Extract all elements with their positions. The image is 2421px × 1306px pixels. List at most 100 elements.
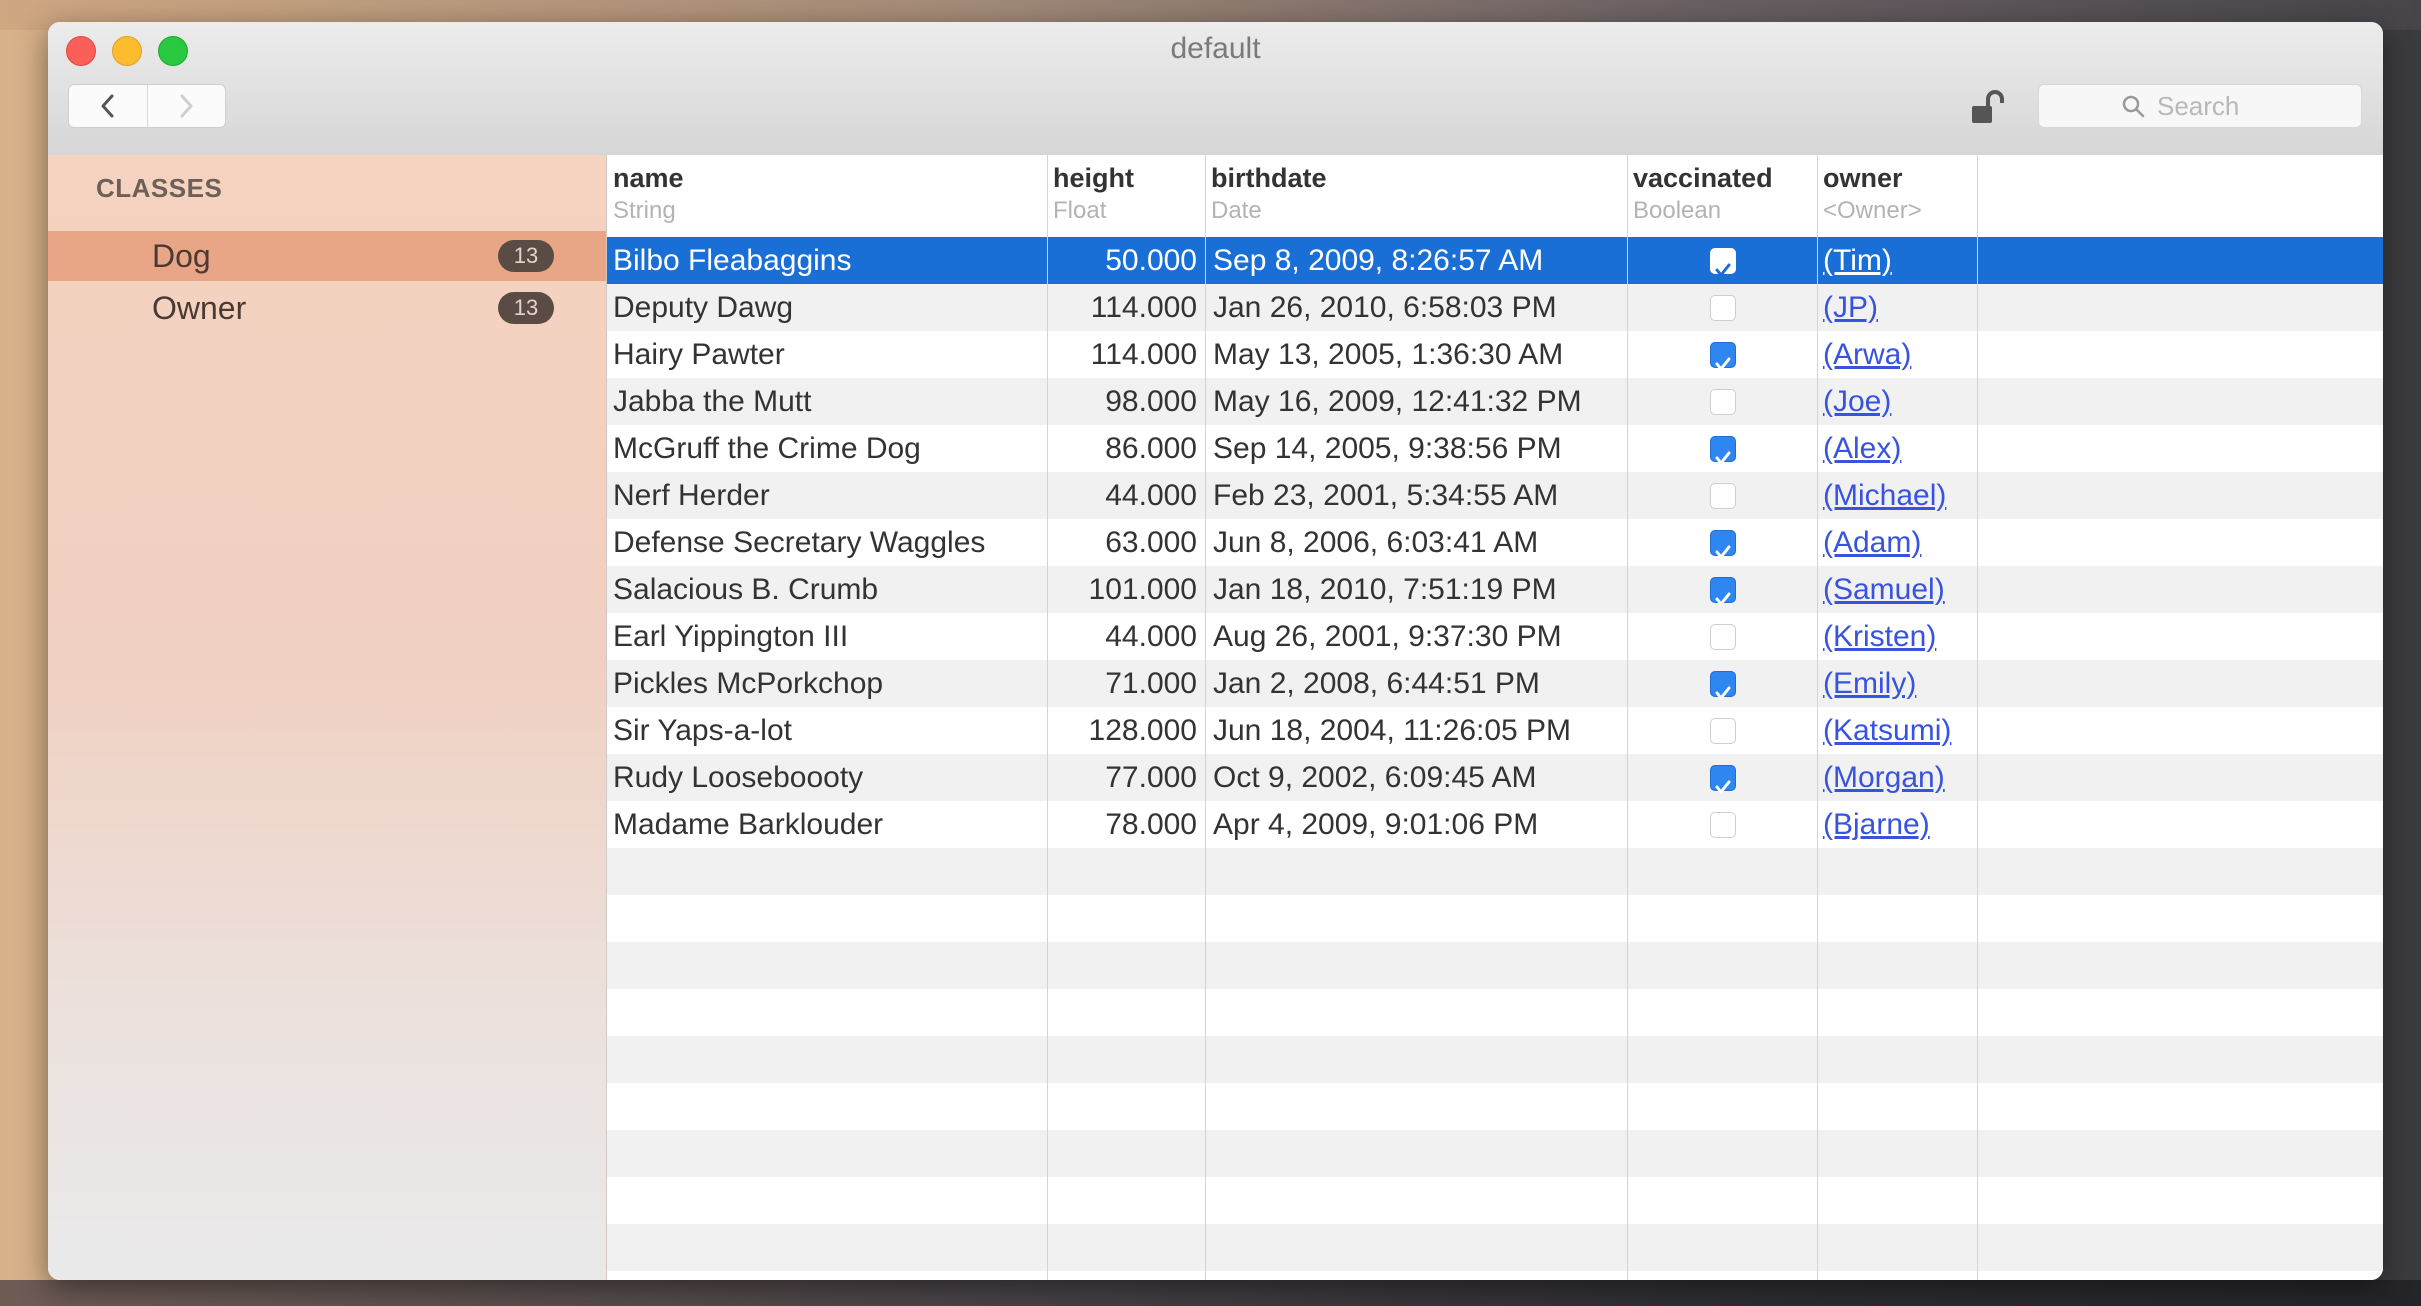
- owner-link[interactable]: (Michael): [1823, 472, 1973, 519]
- birthdate-cell[interactable]: Jan 18, 2010, 7:51:19 PM: [1213, 566, 1625, 613]
- vaccinated-checkbox[interactable]: [1710, 530, 1736, 559]
- name-cell[interactable]: Defense Secretary Waggles: [613, 519, 1043, 566]
- name-cell[interactable]: Jabba the Mutt: [613, 378, 1043, 425]
- vaccinated-checkbox[interactable]: [1710, 248, 1736, 277]
- owner-link[interactable]: (Emily): [1823, 660, 1973, 707]
- height-cell[interactable]: 44.000: [1047, 472, 1197, 519]
- column-header-vaccinated[interactable]: vaccinated Boolean: [1627, 155, 1817, 237]
- name-cell[interactable]: Madame Barklouder: [613, 801, 1043, 848]
- vaccinated-checkbox[interactable]: [1710, 718, 1736, 744]
- vaccinated-checkbox[interactable]: [1710, 577, 1736, 606]
- height-cell[interactable]: 86.000: [1047, 425, 1197, 472]
- height-cell[interactable]: 77.000: [1047, 754, 1197, 801]
- column-type: Date: [1211, 197, 1262, 224]
- table-row[interactable]: Sir Yaps-a-lot 128.000 Jun 18, 2004, 11:26…: [607, 707, 2383, 754]
- height-cell[interactable]: 71.000: [1047, 660, 1197, 707]
- name-cell[interactable]: Salacious B. Crumb: [613, 566, 1043, 613]
- name-cell[interactable]: Pickles McPorkchop: [613, 660, 1043, 707]
- vaccinated-cell: [1627, 801, 1817, 848]
- birthdate-cell[interactable]: Sep 14, 2005, 9:38:56 PM: [1213, 425, 1625, 472]
- birthdate-cell[interactable]: Jun 18, 2004, 11:26:05 PM: [1213, 707, 1625, 754]
- owner-link[interactable]: (Joe): [1823, 378, 1973, 425]
- height-cell[interactable]: 101.000: [1047, 566, 1197, 613]
- owner-link[interactable]: (Tim): [1823, 237, 1973, 284]
- height-cell[interactable]: 98.000: [1047, 378, 1197, 425]
- owner-link[interactable]: (Samuel): [1823, 566, 1973, 613]
- vaccinated-checkbox[interactable]: [1710, 812, 1736, 838]
- vaccinated-checkbox[interactable]: [1710, 389, 1736, 415]
- table-row[interactable]: McGruff the Crime Dog 86.000 Sep 14, 2005,…: [607, 425, 2383, 472]
- sidebar-item-owner[interactable]: Owner 13: [48, 283, 606, 333]
- owner-link[interactable]: (Kristen): [1823, 613, 1973, 660]
- height-cell[interactable]: 78.000: [1047, 801, 1197, 848]
- back-button[interactable]: [69, 85, 147, 127]
- name-cell[interactable]: Nerf Herder: [613, 472, 1043, 519]
- owner-link[interactable]: (Arwa): [1823, 331, 1973, 378]
- height-cell[interactable]: 114.000: [1047, 331, 1197, 378]
- table-row[interactable]: Rudy Looseboooty 77.000 Oct 9, 2002, 6:09:…: [607, 754, 2383, 801]
- desktop-background-bottom: [0, 1280, 2421, 1306]
- vaccinated-checkbox[interactable]: [1710, 483, 1736, 509]
- name-cell[interactable]: Sir Yaps-a-lot: [613, 707, 1043, 754]
- table-row[interactable]: Madame Barklouder 78.000 Apr 4, 2009, 9:01…: [607, 801, 2383, 848]
- search-input[interactable]: [2155, 89, 2279, 123]
- height-cell[interactable]: 114.000: [1047, 284, 1197, 331]
- vaccinated-checkbox[interactable]: [1710, 671, 1736, 700]
- owner-link[interactable]: (Alex): [1823, 425, 1973, 472]
- owner-link[interactable]: (Bjarne): [1823, 801, 1973, 848]
- owner-link[interactable]: (Adam): [1823, 519, 1973, 566]
- height-cell[interactable]: 44.000: [1047, 613, 1197, 660]
- table-row[interactable]: Pickles McPorkchop 71.000 Jan 2, 2008, 6:4…: [607, 660, 2383, 707]
- birthdate-cell[interactable]: May 13, 2005, 1:36:30 AM: [1213, 331, 1625, 378]
- column-divider: [1817, 155, 1818, 1280]
- column-header-name[interactable]: name String: [607, 155, 1047, 237]
- owner-link[interactable]: (Katsumi): [1823, 707, 1973, 754]
- column-header-height[interactable]: height Float: [1047, 155, 1205, 237]
- birthdate-cell[interactable]: Apr 4, 2009, 9:01:06 PM: [1213, 801, 1625, 848]
- owner-link[interactable]: (Morgan): [1823, 754, 1973, 801]
- birthdate-cell[interactable]: Oct 9, 2002, 6:09:45 AM: [1213, 754, 1625, 801]
- table-row[interactable]: Jabba the Mutt 98.000 May 16, 2009, 12:41:…: [607, 378, 2383, 425]
- vaccinated-checkbox[interactable]: [1710, 624, 1736, 650]
- height-cell[interactable]: 128.000: [1047, 707, 1197, 754]
- unlocked-padlock-icon[interactable]: [1968, 88, 2008, 128]
- checkmark-icon: [1715, 545, 1731, 559]
- name-cell[interactable]: McGruff the Crime Dog: [613, 425, 1043, 472]
- count-badge: 13: [498, 292, 554, 324]
- name-cell[interactable]: Earl Yippington III: [613, 613, 1043, 660]
- column-divider: [1047, 155, 1048, 1280]
- birthdate-cell[interactable]: Jun 8, 2006, 6:03:41 AM: [1213, 519, 1625, 566]
- table-row[interactable]: Salacious B. Crumb 101.000 Jan 18, 2010, 7…: [607, 566, 2383, 613]
- owner-link[interactable]: (JP): [1823, 284, 1973, 331]
- column-name: height: [1053, 163, 1134, 193]
- table-row[interactable]: Defense Secretary Waggles 63.000 Jun 8, 20…: [607, 519, 2383, 566]
- name-cell[interactable]: Rudy Looseboooty: [613, 754, 1043, 801]
- height-cell[interactable]: 63.000: [1047, 519, 1197, 566]
- vaccinated-checkbox[interactable]: [1710, 765, 1736, 794]
- column-name: name: [613, 163, 684, 193]
- birthdate-cell[interactable]: May 16, 2009, 12:41:32 PM: [1213, 378, 1625, 425]
- column-header-birthdate[interactable]: birthdate Date: [1205, 155, 1627, 237]
- table-row[interactable]: Earl Yippington III 44.000 Aug 26, 2001, 9…: [607, 613, 2383, 660]
- birthdate-cell[interactable]: Sep 8, 2009, 8:26:57 AM: [1213, 237, 1625, 284]
- forward-button[interactable]: [146, 85, 226, 127]
- column-type: String: [613, 197, 676, 224]
- birthdate-cell[interactable]: Jan 2, 2008, 6:44:51 PM: [1213, 660, 1625, 707]
- birthdate-cell[interactable]: Feb 23, 2001, 5:34:55 AM: [1213, 472, 1625, 519]
- name-cell[interactable]: Bilbo Fleabaggins: [613, 237, 1043, 284]
- table-row[interactable]: Nerf Herder 44.000 Feb 23, 2001, 5:34:55 A…: [607, 472, 2383, 519]
- vaccinated-checkbox[interactable]: [1710, 342, 1736, 371]
- search-field[interactable]: [2038, 84, 2362, 128]
- vaccinated-checkbox[interactable]: [1710, 295, 1736, 321]
- table-row[interactable]: Hairy Pawter 114.000 May 13, 2005, 1:36:30…: [607, 331, 2383, 378]
- table-row[interactable]: Bilbo Fleabaggins 50.000 Sep 8, 2009, 8:26…: [607, 237, 2383, 284]
- table-row[interactable]: Deputy Dawg 114.000 Jan 26, 2010, 6:58:03 …: [607, 284, 2383, 331]
- vaccinated-checkbox[interactable]: [1710, 436, 1736, 465]
- birthdate-cell[interactable]: Jan 26, 2010, 6:58:03 PM: [1213, 284, 1625, 331]
- birthdate-cell[interactable]: Aug 26, 2001, 9:37:30 PM: [1213, 613, 1625, 660]
- name-cell[interactable]: Hairy Pawter: [613, 331, 1043, 378]
- height-cell[interactable]: 50.000: [1047, 237, 1197, 284]
- column-header-owner[interactable]: owner <Owner>: [1817, 155, 1977, 237]
- sidebar-item-dog[interactable]: Dog 13: [48, 231, 606, 281]
- name-cell[interactable]: Deputy Dawg: [613, 284, 1043, 331]
